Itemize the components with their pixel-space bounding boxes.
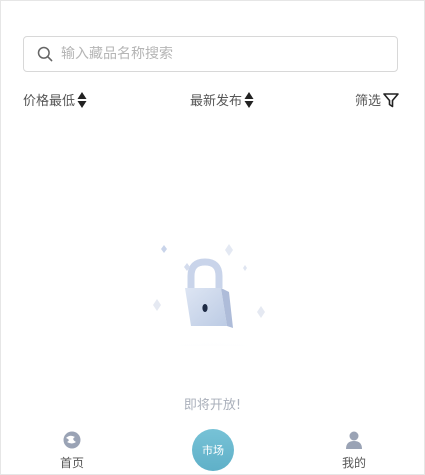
search-bar[interactable]	[23, 36, 398, 72]
filter-bar: 价格最低 最新发布 筛选	[0, 90, 425, 110]
home-logo-icon	[62, 430, 82, 450]
user-icon	[344, 430, 364, 450]
sort-price-label: 价格最低	[23, 94, 76, 109]
sort-newest-label: 最新发布	[190, 94, 243, 109]
filter-label: 筛选	[354, 94, 381, 109]
filter-icon	[383, 92, 399, 108]
sort-newest-button[interactable]: 最新发布	[190, 90, 254, 109]
sort-icon	[77, 91, 87, 109]
sort-icon	[244, 91, 254, 109]
tab-market-label: 市场	[202, 444, 224, 457]
bottom-tab-bar: 首页 市场 我的	[0, 424, 425, 475]
search-input[interactable]	[61, 46, 361, 62]
tab-home-label: 首页	[59, 456, 84, 470]
tab-mine-label: 我的	[341, 456, 366, 470]
empty-state-illustration	[125, 236, 295, 370]
tab-mine[interactable]: 我的	[324, 424, 384, 471]
filter-button[interactable]: 筛选	[355, 90, 399, 109]
tab-home[interactable]: 首页	[42, 424, 102, 471]
coming-soon-text: 即将开放!	[183, 398, 242, 413]
lock-illustration	[133, 244, 293, 370]
tab-market[interactable]: 市场	[192, 429, 234, 471]
search-icon	[37, 46, 53, 62]
sort-price-lowest-button[interactable]: 价格最低	[23, 90, 87, 109]
